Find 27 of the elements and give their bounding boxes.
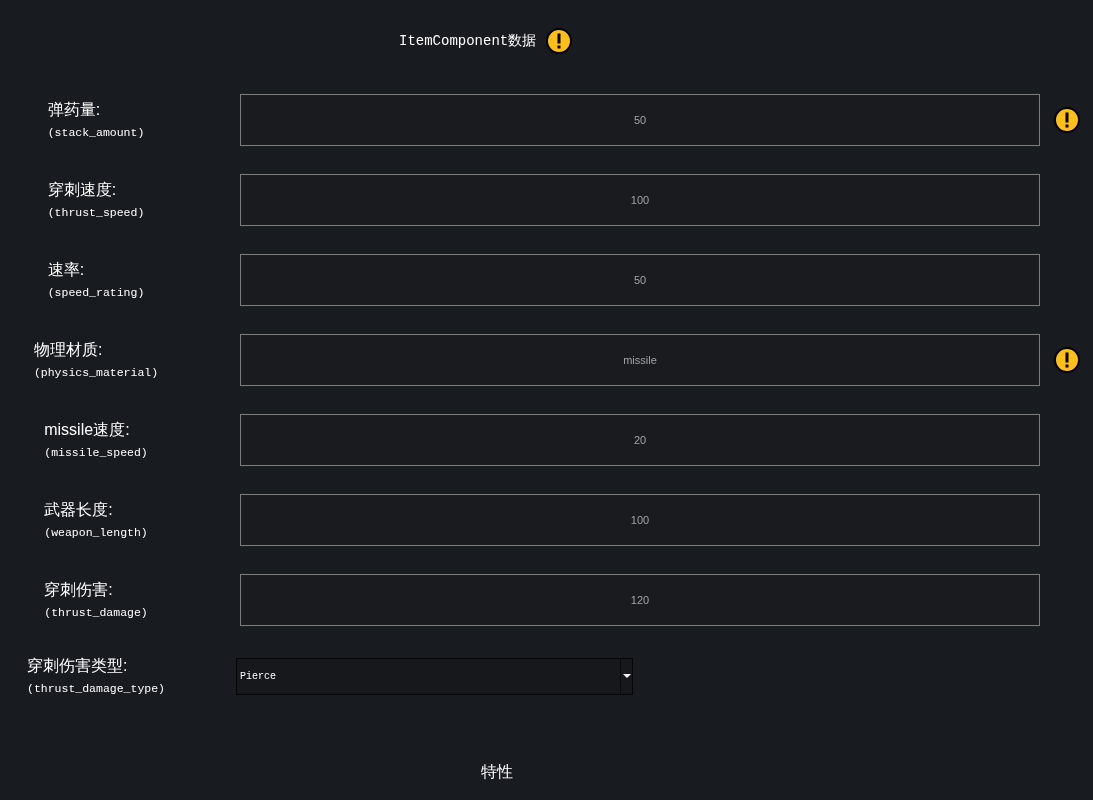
input-field[interactable]: missile (240, 334, 1040, 386)
field-label: missile速度: (44, 420, 130, 440)
input-field[interactable]: 100 (240, 174, 1040, 226)
field-key: (thrust_speed) (47, 206, 145, 220)
input-field[interactable]: 120 (240, 574, 1040, 626)
section-title: 特性 (481, 762, 513, 782)
field-key: (weapon_length) (44, 526, 148, 540)
caret-icon (622, 674, 631, 678)
field-label: 穿刺伤害类型: (27, 656, 128, 676)
field-label: 速率: (47, 260, 85, 280)
field-key: (stack_amount) (47, 126, 145, 140)
input-field[interactable]: 100 (240, 494, 1040, 546)
field-label: 武器长度: (44, 500, 113, 520)
field-label: 穿刺速度: (47, 180, 117, 200)
input-field[interactable]: 50 (240, 254, 1040, 306)
field-key: (missile_speed) (44, 446, 148, 460)
field-label: 弹药量: (47, 100, 101, 120)
input-field[interactable]: 20 (240, 414, 1040, 466)
field-key: (thrust_damage_type) (27, 682, 165, 696)
input-field[interactable]: 50 (240, 94, 1040, 146)
field-label: 物理材质: (33, 340, 103, 360)
field-key: (physics_material) (33, 366, 159, 380)
field-key: (speed_rating) (47, 286, 145, 300)
field-label: 穿刺伤害: (44, 580, 113, 600)
section-title: ItemComponent数据 (399, 31, 537, 51)
dropdown[interactable]: Pierce (236, 657, 633, 695)
field-key: (thrust_damage) (44, 606, 148, 620)
